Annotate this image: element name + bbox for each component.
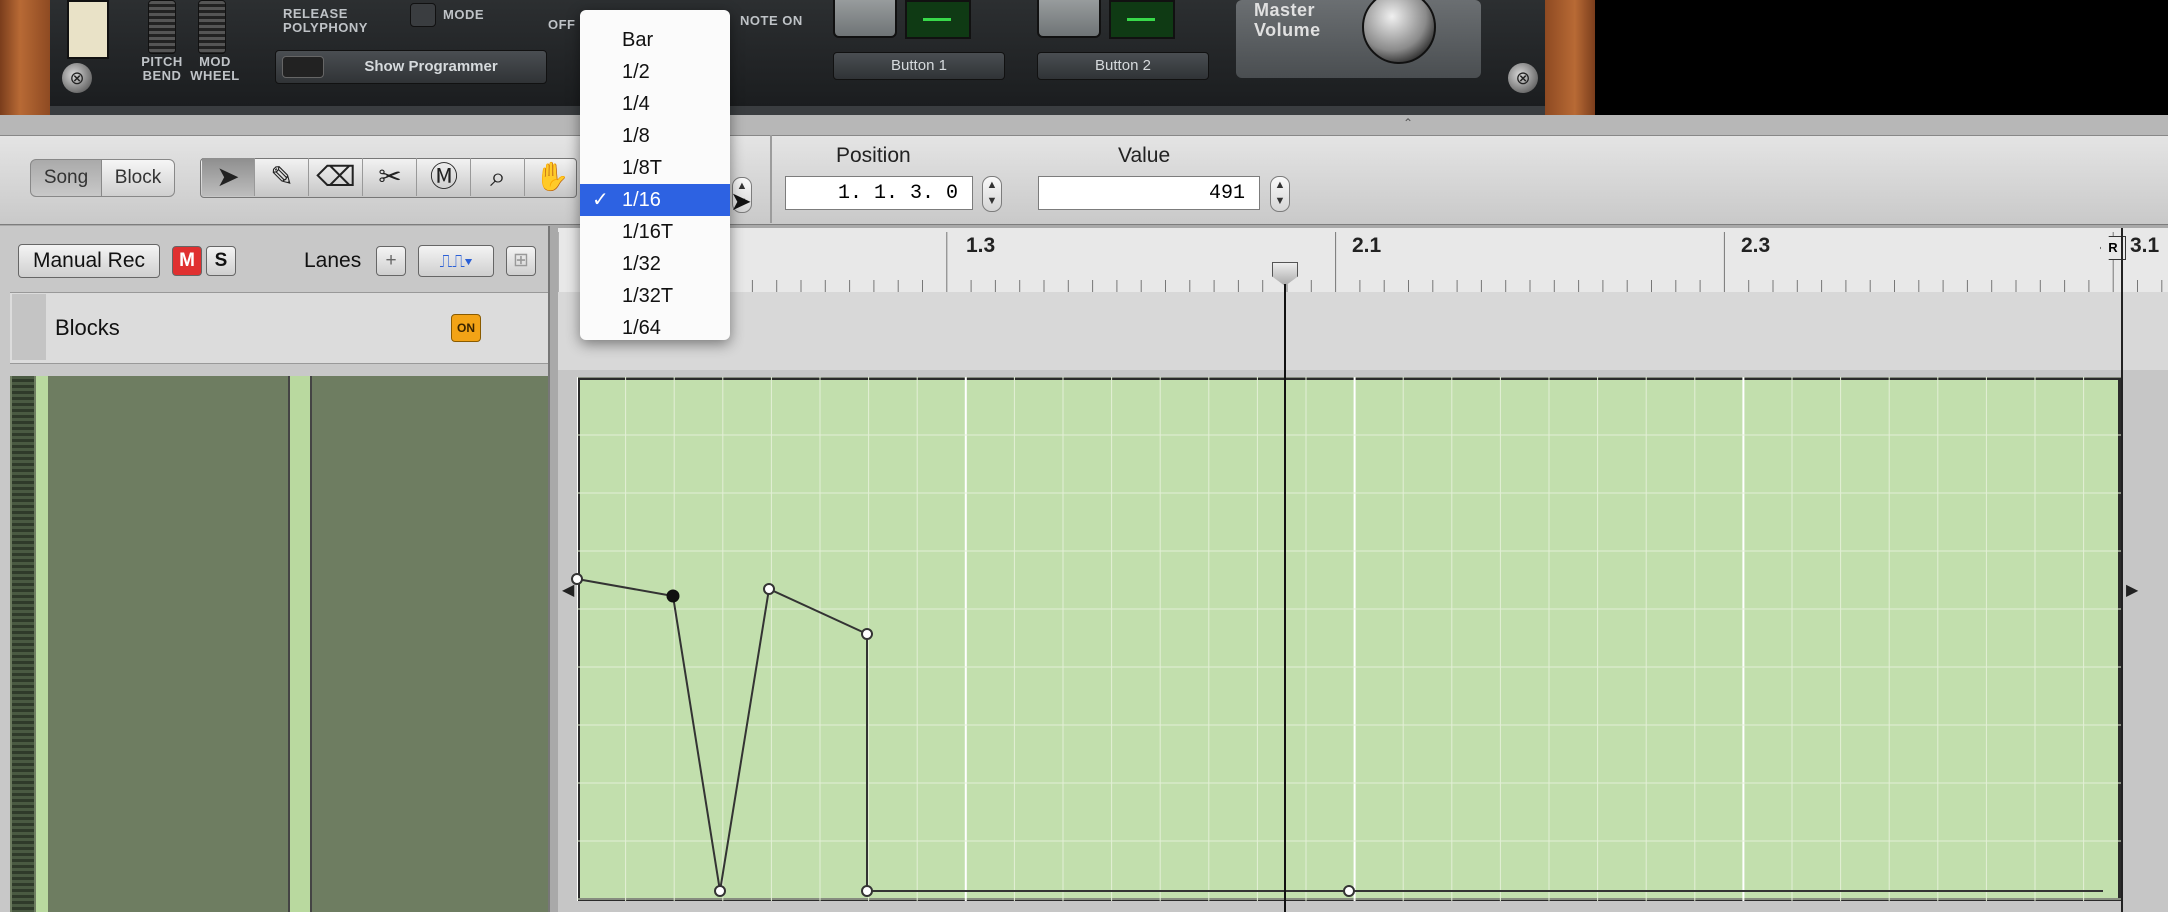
waveform-icon: ⎍⎍▾ xyxy=(439,251,473,271)
patch-label-strip xyxy=(67,0,109,59)
menu-item-1-8t[interactable]: 1/8T xyxy=(580,152,730,184)
menu-item-1-16[interactable]: ✓ 1/16 xyxy=(580,184,730,216)
mod-wheel-label: MOD WHEEL xyxy=(190,54,240,83)
programmer-toggle-icon xyxy=(282,56,324,78)
clip-right-handle-icon[interactable]: ▶ xyxy=(2126,580,2138,600)
menu-item-bar[interactable]: Bar xyxy=(580,24,730,56)
screw-icon: ⊗ xyxy=(62,63,92,93)
block-mode-button[interactable]: Block xyxy=(101,159,175,197)
show-programmer-label: Show Programmer xyxy=(364,58,498,75)
value-label: Value xyxy=(1118,144,1171,167)
value-field[interactable]: 491 xyxy=(1038,176,1260,210)
razor-icon[interactable]: ✂ xyxy=(364,158,417,196)
release-polyphony-label: RELEASE POLYPHONY xyxy=(283,6,368,35)
position-stepper[interactable]: ▲ ▼ xyxy=(982,176,1002,212)
magnify-icon[interactable]: ⌕ xyxy=(472,158,525,196)
master-volume-label: Master Volume xyxy=(1254,0,1321,40)
song-mode-button[interactable]: Song xyxy=(30,159,102,197)
led-indicator xyxy=(923,18,951,21)
mute-button[interactable]: M xyxy=(172,246,202,276)
splitter-grip-icon: ⌃ xyxy=(1403,116,1414,130)
button-2[interactable]: Button 2 xyxy=(1037,52,1209,80)
button-1[interactable]: Button 1 xyxy=(833,52,1005,80)
snap-resolution-menu: Bar 1/2 1/4 1/8 1/8T ✓ 1/16 1/16T 1/32 1/… xyxy=(580,10,730,340)
mode-button[interactable] xyxy=(410,3,436,27)
mode-label: MODE xyxy=(443,7,484,22)
automation-point[interactable] xyxy=(1343,885,1355,897)
pane-splitter[interactable] xyxy=(0,115,2168,135)
track-color-bar xyxy=(36,376,48,912)
eraser-icon[interactable]: ⌫ xyxy=(310,158,363,196)
automation-curve-layer xyxy=(571,573,2103,897)
menu-item-1-8[interactable]: 1/8 xyxy=(580,120,730,152)
lane-divider xyxy=(288,376,312,912)
right-locator-line xyxy=(2121,228,2123,912)
automation-point[interactable] xyxy=(861,628,873,640)
show-programmer-button[interactable]: Show Programmer xyxy=(275,50,547,84)
playhead-line xyxy=(1284,284,1286,912)
blocks-track-name: Blocks xyxy=(55,315,120,340)
mouse-cursor-icon: ➤ xyxy=(730,186,752,216)
value-stepper[interactable]: ▲ ▼ xyxy=(1270,176,1290,212)
pitch-bend-label: PITCH BEND xyxy=(141,54,183,83)
solo-button[interactable]: S xyxy=(206,246,236,276)
automation-point[interactable] xyxy=(861,885,873,897)
manual-rec-button[interactable]: Manual Rec xyxy=(18,244,160,278)
rack-side-wood-left xyxy=(0,0,50,115)
track-lane-area xyxy=(10,376,548,912)
position-label: Position xyxy=(836,144,911,167)
rack-side-wood-right xyxy=(1545,0,1595,115)
automation-curve xyxy=(576,578,2103,892)
automation-point[interactable] xyxy=(714,885,726,897)
track-grip-strip[interactable] xyxy=(12,376,34,912)
menu-item-1-4[interactable]: 1/4 xyxy=(580,88,730,120)
lane-options-icon[interactable]: ⊞ xyxy=(506,246,536,276)
automation-point[interactable] xyxy=(763,583,775,595)
automation-point-selected[interactable] xyxy=(666,589,680,603)
menu-item-1-32[interactable]: 1/32 xyxy=(580,248,730,280)
rack-bottom-strip xyxy=(50,106,1545,115)
led-indicator xyxy=(1127,18,1155,21)
mod-wheel[interactable] xyxy=(198,0,226,54)
off-label: OFF xyxy=(548,17,576,32)
add-lane-button[interactable]: + xyxy=(376,246,406,276)
pencil-icon[interactable]: ✎ xyxy=(256,158,309,196)
menu-item-1-64[interactable]: 1/64 xyxy=(580,312,730,344)
menu-item-1-16t[interactable]: 1/16T xyxy=(580,216,730,248)
checkmark-icon: ✓ xyxy=(592,189,609,211)
track-color-strip xyxy=(12,294,46,360)
mute-tool-icon[interactable]: Ⓜ xyxy=(418,158,471,196)
hand-icon[interactable]: ✋ xyxy=(526,158,578,196)
position-field[interactable]: 1. 1. 3. 0 xyxy=(785,176,973,210)
menu-item-1-2[interactable]: 1/2 xyxy=(580,56,730,88)
note-on-label: NOTE ON xyxy=(740,13,803,28)
menu-item-1-32t[interactable]: 1/32T xyxy=(580,280,730,312)
pitch-bend-wheel[interactable] xyxy=(148,0,176,54)
button-1-display xyxy=(905,0,971,39)
button-2-display xyxy=(1109,0,1175,39)
select-arrow-icon[interactable]: ➤ xyxy=(202,158,255,196)
lanes-label: Lanes xyxy=(304,249,362,272)
automation-type-dropdown[interactable]: ⎍⎍▾ xyxy=(418,245,494,277)
clip-left-handle-icon[interactable]: ◀ xyxy=(562,580,574,600)
toolbar-divider xyxy=(770,135,772,223)
button-1-pad[interactable] xyxy=(833,0,897,38)
screw-icon: ⊗ xyxy=(1508,63,1538,93)
button-2-pad[interactable] xyxy=(1037,0,1101,38)
blocks-on-badge[interactable]: ON xyxy=(451,314,481,342)
